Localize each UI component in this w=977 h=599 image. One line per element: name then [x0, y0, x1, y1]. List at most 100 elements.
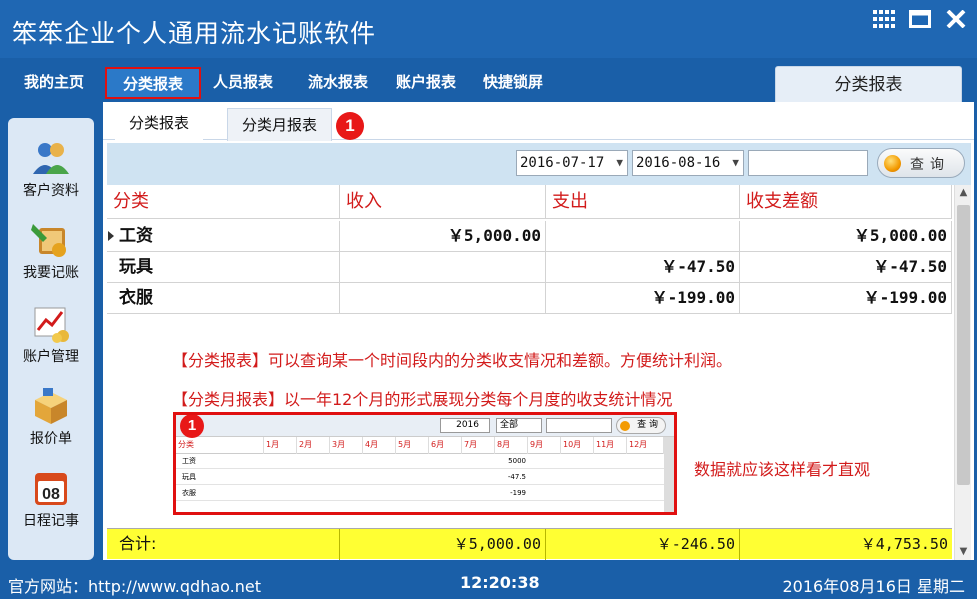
chevron-down-icon: ▼	[732, 156, 739, 169]
monthly-report-preview: 1 2016 全部 查 询 分类 1月 2月 3月 4月 5月 6月 7月 8月…	[173, 412, 677, 515]
preview-col: 9月	[528, 437, 561, 454]
preview-year-select: 2016	[440, 418, 490, 433]
scroll-up-icon[interactable]: ▲	[955, 185, 972, 201]
svg-text:08: 08	[42, 486, 60, 503]
report-subtabs: 分类报表 分类月报表 1	[103, 102, 974, 141]
preview-query-button: 查 询	[616, 417, 666, 434]
cell-category: 衣服	[107, 283, 340, 314]
sidebar-item-schedule[interactable]: 08 日程记事	[8, 468, 94, 530]
preview-col: 2月	[297, 437, 330, 454]
total-balance: ￥4,753.50	[860, 535, 948, 553]
calendar-icon: 08	[29, 468, 73, 508]
annotation-monthly-report: 【分类月报表】以一年12个月的形式展现分类每个月度的收支统计情况	[172, 390, 673, 409]
total-income: ￥5,000.00	[340, 529, 546, 560]
nav-item-staff-report[interactable]: 人员报表	[207, 67, 279, 99]
query-button-label: 查询	[910, 157, 950, 173]
sidebar-item-accounts[interactable]: 账户管理	[8, 304, 94, 366]
query-icon	[884, 155, 901, 172]
start-date-picker[interactable]: 2016-07-17 ▼	[516, 150, 628, 176]
scroll-down-icon[interactable]: ▼	[955, 544, 972, 560]
grid-icon[interactable]	[869, 6, 899, 32]
sidebar-item-label: 日程记事	[23, 513, 79, 529]
cell-balance: ￥-199.00	[740, 283, 952, 314]
nav-item-account-report[interactable]: 账户报表	[390, 67, 462, 99]
preview-col: 4月	[363, 437, 396, 454]
total-label: 合计:	[107, 529, 340, 560]
sidebar-item-label: 我要记账	[23, 265, 79, 281]
cell-expense	[546, 221, 740, 252]
table-row[interactable]: 工资 ￥5,000.00 ￥5,000.00	[107, 221, 952, 252]
preview-col: 8月	[495, 437, 528, 454]
table-scrollbar[interactable]: ▲ ▼	[954, 185, 971, 560]
sidebar-item-bookkeeping[interactable]: 我要记账	[8, 220, 94, 282]
callout-badge: 1	[336, 112, 364, 140]
column-header-category[interactable]: 分类	[107, 185, 340, 219]
preview-toolbar: 1 2016 全部 查 询	[176, 415, 674, 438]
close-icon[interactable]	[941, 6, 971, 32]
cell-income: ￥5,000.00	[340, 221, 546, 252]
preview-row: 玩具 -47.5	[176, 471, 666, 485]
window-controls	[869, 6, 971, 32]
preview-cell: -47.5	[507, 473, 526, 481]
preview-header-row: 分类 1月 2月 3月 4月 5月 6月 7月 8月 9月 10月 11月 12…	[176, 437, 666, 454]
preview-col: 12月	[627, 437, 664, 454]
table-row[interactable]: 玩具 ￥-47.50 ￥-47.50	[107, 252, 952, 283]
scroll-thumb[interactable]	[957, 205, 970, 485]
nav-item-home[interactable]: 我的主页	[18, 67, 90, 99]
query-icon	[620, 421, 630, 431]
preview-col: 6月	[429, 437, 462, 454]
preview-col: 1月	[264, 437, 297, 454]
preview-col: 5月	[396, 437, 429, 454]
table-row[interactable]: 衣服 ￥-199.00 ￥-199.00	[107, 283, 952, 314]
preview-col: 分类	[176, 437, 264, 454]
preview-row: 衣服 -199	[176, 487, 666, 501]
preview-cell: -199	[510, 489, 526, 497]
nav-item-category-report[interactable]: 分类报表	[105, 67, 201, 99]
sidebar-item-quotation[interactable]: 报价单	[8, 386, 94, 448]
preview-search-input	[546, 418, 612, 433]
preview-col: 11月	[594, 437, 627, 454]
sidebar-item-label: 客户资料	[23, 183, 79, 199]
preview-cell: 工资	[182, 457, 196, 465]
sidebar: 客户资料 我要记账 账户管理 报价单 08 日程记事	[8, 118, 94, 560]
app-title: 笨笨企业个人通用流水记账软件	[12, 19, 377, 48]
sidebar-item-customers[interactable]: 客户资料	[8, 138, 94, 200]
tab-category-monthly-report[interactable]: 分类月报表	[227, 108, 333, 141]
table-total-row: 合计: ￥5,000.00 ￥-246.50 ￥4,753.50	[107, 528, 952, 560]
end-date-picker[interactable]: 2016-08-16 ▼	[632, 150, 744, 176]
preview-badge: 1	[180, 415, 204, 438]
nav-item-flow-report[interactable]: 流水报表	[302, 67, 374, 99]
status-bar: 官方网站：http://www.qdhao.net 12:20:38 2016年…	[0, 566, 977, 599]
bookkeeping-icon	[29, 220, 73, 260]
app-window: 笨笨企业个人通用流水记账软件 我的主页 分类报表 人员报表 流水报表 账户报表 …	[0, 0, 977, 599]
preview-col: 3月	[330, 437, 363, 454]
sidebar-item-label: 账户管理	[23, 349, 79, 365]
maximize-icon[interactable]	[905, 6, 935, 32]
preview-cell: 5000	[508, 457, 526, 465]
title-bar: 笨笨企业个人通用流水记账软件	[0, 0, 977, 58]
preview-cell: 玩具	[182, 473, 196, 481]
cell-balance: ￥-47.50	[740, 252, 952, 283]
query-button[interactable]: 查询	[877, 148, 965, 178]
preview-cell: 衣服	[182, 489, 196, 497]
cell-category: 工资	[107, 221, 340, 252]
sidebar-item-label: 报价单	[30, 431, 72, 447]
account-chart-icon	[29, 304, 73, 344]
cell-income	[340, 252, 546, 283]
nav-item-quick-lock[interactable]: 快捷锁屏	[477, 67, 549, 99]
status-date: 2016年08月16日 星期二	[782, 577, 965, 596]
official-website[interactable]: 官方网站：http://www.qdhao.net	[8, 573, 261, 597]
column-header-income[interactable]: 收入	[340, 185, 546, 219]
cell-expense: ￥-199.00	[546, 283, 740, 314]
column-header-expense[interactable]: 支出	[546, 185, 740, 219]
preview-col: 7月	[462, 437, 495, 454]
current-page-tab[interactable]: 分类报表	[775, 66, 962, 103]
tab-category-report[interactable]: 分类报表	[115, 107, 204, 140]
report-panel: 分类报表 分类月报表 1 2016-07-17 ▼ 2016-08-16 ▼ 查…	[103, 102, 974, 560]
column-header-balance[interactable]: 收支差额	[740, 185, 952, 219]
cell-expense: ￥-47.50	[546, 252, 740, 283]
search-input[interactable]	[748, 150, 868, 176]
preview-scope-select: 全部	[496, 418, 542, 433]
quotation-box-icon	[29, 386, 73, 426]
cell-category: 玩具	[107, 252, 340, 283]
